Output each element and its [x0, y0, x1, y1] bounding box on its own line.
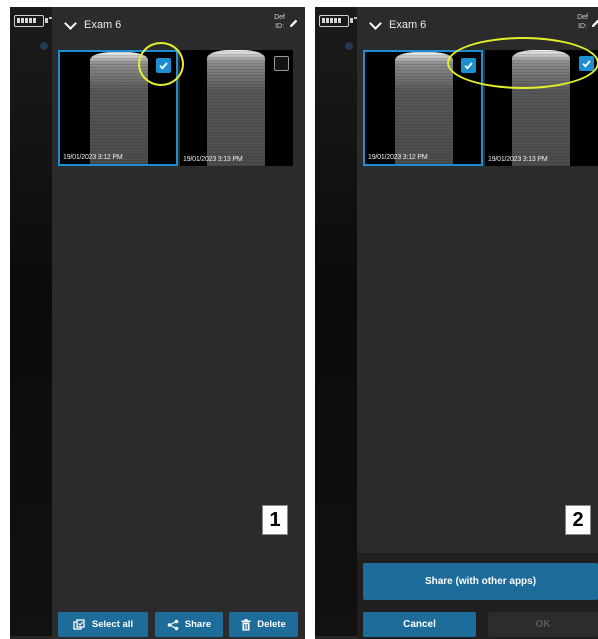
- def-label: Def: [577, 14, 588, 21]
- image-gallery-panel: Exam 6 Def ID: 19/01/2023 3:12 PM 19/01/…: [357, 7, 598, 553]
- image-thumbnail[interactable]: 19/01/2023 3:13 PM: [180, 50, 293, 166]
- pencil-edit-icon[interactable]: [590, 18, 598, 29]
- highlight-ellipse: [447, 37, 598, 89]
- delete-button[interactable]: Delete: [229, 612, 298, 637]
- cancel-button[interactable]: Cancel: [363, 612, 476, 637]
- gallery-header: Exam 6 Def ID:: [357, 7, 598, 45]
- step-number-badge: 2: [565, 505, 591, 535]
- patient-id-label: Def ID:: [274, 13, 285, 31]
- select-all-label: Select all: [91, 619, 134, 630]
- share-label: Share: [184, 619, 212, 630]
- ok-button[interactable]: OK: [488, 612, 598, 637]
- id-label: ID:: [275, 23, 285, 30]
- chevron-down-icon[interactable]: [64, 17, 77, 30]
- exam-title[interactable]: Exam 6: [84, 19, 121, 31]
- battery-icon: [319, 15, 353, 27]
- probe-orientation-icon: [345, 42, 353, 50]
- gallery-header: Exam 6 Def ID:: [52, 7, 305, 45]
- share-icon: [167, 619, 179, 630]
- ultrasound-scan-preview: [395, 52, 453, 164]
- select-all-icon: [73, 618, 85, 630]
- share-button[interactable]: Share: [155, 612, 223, 637]
- patient-id-label: Def ID:: [577, 13, 588, 31]
- ultrasound-image-background: [10, 7, 52, 639]
- highlight-circle: [138, 42, 184, 86]
- thumbnail-checkbox[interactable]: [274, 56, 289, 71]
- thumbnail-timestamp: 19/01/2023 3:13 PM: [488, 156, 548, 163]
- screen-step-2: Exam 6 Def ID: 19/01/2023 3:12 PM 19/01/…: [315, 7, 598, 639]
- trash-icon: [241, 618, 251, 631]
- thumbnail-timestamp: 19/01/2023 3:12 PM: [63, 154, 123, 161]
- thumbnail-timestamp: 19/01/2023 3:12 PM: [368, 154, 428, 161]
- chevron-down-icon[interactable]: [369, 17, 382, 30]
- probe-orientation-icon: [40, 42, 48, 50]
- exam-title[interactable]: Exam 6: [389, 19, 426, 31]
- id-label: ID:: [578, 23, 588, 30]
- delete-label: Delete: [257, 619, 286, 630]
- ultrasound-scan-preview: [207, 50, 265, 166]
- battery-icon: [14, 15, 48, 27]
- thumbnail-timestamp: 19/01/2023 3:13 PM: [183, 156, 243, 163]
- image-gallery-panel: Exam 6 Def ID: 19/01/2023 3:12 PM 19/01/…: [52, 7, 305, 639]
- step-number-badge: 1: [262, 505, 288, 535]
- select-all-button[interactable]: Select all: [58, 612, 148, 637]
- ultrasound-image-background: [315, 7, 357, 639]
- share-with-other-apps-button[interactable]: Share (with other apps): [363, 563, 598, 600]
- pencil-edit-icon[interactable]: [288, 18, 299, 29]
- screen-step-1: Exam 6 Def ID: 19/01/2023 3:12 PM 19/01/…: [10, 7, 305, 639]
- def-label: Def: [274, 14, 285, 21]
